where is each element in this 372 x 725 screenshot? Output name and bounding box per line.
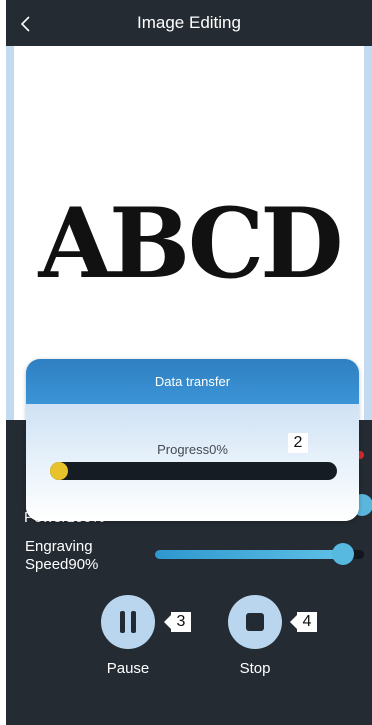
pause-button[interactable] — [101, 595, 155, 649]
progress-text: Progress0% — [157, 442, 228, 457]
speed-label-line2: Speed90% — [25, 556, 99, 573]
canvas-image-text: ABCD — [38, 187, 343, 300]
stop-icon — [246, 613, 264, 631]
speed-slider-knob[interactable] — [332, 543, 354, 565]
stop-label: Stop — [239, 660, 271, 677]
page-title: Image Editing — [137, 13, 241, 32]
app-screen: Image Editing ABCD Power100% Engraving S… — [6, 0, 372, 725]
pause-label: Pause — [106, 660, 150, 677]
progress-bar — [50, 462, 337, 480]
pause-icon — [120, 611, 136, 633]
dialog-title: Data transfer — [26, 359, 359, 404]
header-bar: Image Editing — [6, 0, 372, 46]
engraving-speed-slider[interactable] — [155, 543, 364, 565]
speed-slider-fill — [155, 550, 343, 559]
callout-badge-4: 4 — [290, 612, 317, 632]
speed-label-line1: Engraving — [25, 538, 93, 555]
progress-indicator — [50, 462, 68, 480]
callout-badge-2: 2 — [288, 433, 308, 453]
stop-button[interactable] — [228, 595, 282, 649]
engraving-speed-label: Engraving Speed90% — [25, 538, 135, 574]
callout-badge-3: 3 — [164, 612, 191, 632]
dialog-body: Progress0% — [26, 404, 359, 521]
data-transfer-dialog: Data transfer Progress0% — [26, 359, 359, 521]
